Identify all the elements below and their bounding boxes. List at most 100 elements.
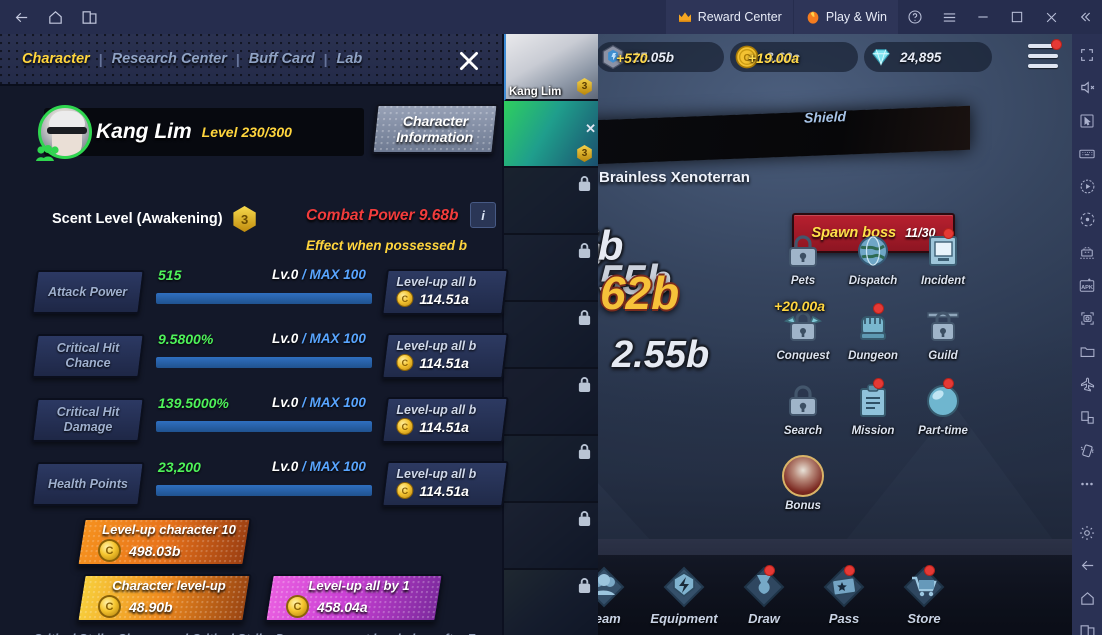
screenshot-icon[interactable] — [1072, 302, 1102, 335]
tab-research-center[interactable]: Research Center — [112, 51, 227, 67]
stat-levelup-all-button[interactable]: Level-up all b C 114.51a — [381, 461, 509, 507]
notification-dot — [844, 564, 855, 576]
collapse-icon[interactable] — [1068, 0, 1102, 34]
menu-label: Guild — [928, 350, 958, 362]
airplane-icon[interactable] — [1072, 368, 1102, 401]
menu-item-bonus[interactable]: Bonus — [768, 455, 838, 512]
character-thumbnail[interactable] — [504, 570, 598, 635]
character-thumbnail-strip[interactable]: Kang Lim 3 3 ✕ — [504, 34, 598, 635]
tab-buff-card[interactable]: Buff Card — [249, 51, 315, 67]
nav-item-draw[interactable]: Draw — [724, 564, 804, 626]
close-icon[interactable]: ✕ — [585, 121, 596, 137]
fullscreen-icon[interactable] — [1072, 38, 1102, 71]
lock-icon — [578, 511, 591, 526]
stat-levelup-all-button[interactable]: Level-up all b C 114.51a — [381, 397, 509, 443]
stat-value: 23,200 — [158, 459, 201, 475]
menu-item-pets[interactable]: Pets — [768, 230, 838, 287]
levelup-all-by-1-button[interactable]: Level-up all by 1 C 458.04a — [264, 574, 444, 622]
folder-icon[interactable] — [1072, 335, 1102, 368]
stat-level-current: Lv.0 — [272, 459, 299, 474]
character-thumbnail[interactable] — [504, 235, 598, 302]
menu-item-dungeon[interactable]: Dungeon — [838, 303, 908, 362]
stat-name-button[interactable]: Attack Power — [31, 270, 145, 314]
home-icon[interactable] — [1072, 582, 1102, 615]
globe-icon — [852, 230, 894, 272]
multi-instance-icon[interactable] — [72, 0, 106, 34]
currency-chip-gold[interactable]: C 3.60c — [730, 42, 858, 72]
lock-icon — [578, 310, 591, 325]
tab-character[interactable]: Character — [22, 51, 90, 67]
mute-icon[interactable] — [1072, 71, 1102, 104]
game-menu-icon[interactable] — [1028, 39, 1062, 68]
menu-icon[interactable] — [932, 0, 966, 34]
play-win-button[interactable]: Play & Win — [793, 0, 898, 34]
shake-icon[interactable] — [1072, 434, 1102, 467]
recents-icon[interactable] — [1072, 615, 1102, 635]
character-thumbnail[interactable] — [504, 302, 598, 369]
character-thumbnail[interactable] — [504, 168, 598, 235]
stat-name-button[interactable]: Critical Hit Chance — [31, 334, 145, 378]
character-information-button[interactable]: Character Information — [371, 104, 499, 154]
info-button[interactable]: i — [470, 202, 496, 228]
character-thumbnail[interactable]: 3 ✕ — [504, 101, 598, 168]
stat-row: Attack Power 515 Lv.0 / MAX 100 Level-up… — [0, 262, 509, 326]
character-thumbnail-name: Kang Lim — [509, 86, 562, 98]
back-icon[interactable] — [1072, 549, 1102, 582]
minimize-icon[interactable] — [966, 0, 1000, 34]
menu-item-part-time[interactable]: Part-time — [908, 378, 978, 437]
cursor-icon[interactable] — [1072, 104, 1102, 137]
lock-icon — [578, 444, 591, 459]
stat-level-max: / MAX 100 — [302, 395, 366, 410]
apk-install-icon[interactable]: APK — [1072, 269, 1102, 302]
menu-item-dispatch[interactable]: Dispatch — [838, 230, 908, 287]
levelup-all-cost: 114.51a — [419, 290, 469, 307]
reward-center-button[interactable]: Reward Center — [665, 0, 793, 34]
nav-item-store[interactable]: Store — [884, 564, 964, 626]
character-thumbnail[interactable]: Kang Lim 3 — [504, 34, 598, 101]
nav-item-pass[interactable]: Pass — [804, 564, 884, 626]
stat-levelup-all-button[interactable]: Level-up all b C 114.51a — [381, 269, 509, 315]
back-arrow-icon[interactable] — [4, 0, 38, 34]
avatar[interactable] — [36, 105, 92, 161]
close-panel-button[interactable] — [454, 46, 484, 76]
stat-name-button[interactable]: Health Points — [31, 462, 145, 506]
character-thumbnail[interactable] — [504, 503, 598, 570]
close-icon[interactable] — [1034, 0, 1068, 34]
stat-levelup-all-button[interactable]: Level-up all b C 114.51a — [381, 333, 509, 379]
keyboard-icon[interactable] — [1072, 137, 1102, 170]
character-thumbnail[interactable] — [504, 369, 598, 436]
menu-item-guild[interactable]: Guild — [908, 305, 978, 362]
currency-chip-diamond[interactable]: 24,895 — [864, 42, 992, 72]
currency-chip-shard[interactable]: 15.05b — [596, 42, 724, 72]
sphere-icon — [922, 378, 964, 422]
stat-name: Attack Power — [48, 284, 128, 299]
stat-list: Attack Power 515 Lv.0 / MAX 100 Level-up… — [0, 262, 509, 518]
macro-play-icon[interactable] — [1072, 170, 1102, 203]
menu-label: Incident — [920, 275, 966, 287]
reward-center-label: Reward Center — [697, 10, 782, 24]
sync-icon[interactable] — [1072, 203, 1102, 236]
tab-lab[interactable]: Lab — [337, 51, 363, 67]
levelup-all-cost: 114.51a — [419, 354, 469, 371]
character-info-line1: Character — [403, 112, 469, 129]
maximize-icon[interactable] — [1000, 0, 1034, 34]
menu-item-search[interactable]: Search — [768, 380, 838, 437]
emulator-titlebar: Reward Center Play & Win — [0, 0, 1102, 34]
character-levelup-button[interactable]: Character level-up C 48.90b — [76, 574, 252, 622]
more-icon[interactable] — [1072, 467, 1102, 500]
character-thumbnail[interactable] — [504, 436, 598, 503]
levelup-character-10-button[interactable]: Level-up character 10 C 498.03b — [76, 518, 252, 566]
menu-item-incident[interactable]: Incident — [908, 228, 978, 287]
lock-icon — [922, 305, 964, 347]
help-icon[interactable] — [898, 0, 932, 34]
notification-dot — [924, 564, 935, 576]
levelup-character-10-label: Level-up character 10 — [102, 522, 236, 537]
menu-item-mission[interactable]: Mission — [838, 378, 908, 437]
home-icon[interactable] — [38, 0, 72, 34]
gear-icon[interactable] — [1072, 516, 1102, 549]
multi-instance-sync-icon[interactable] — [1072, 236, 1102, 269]
stat-name-button[interactable]: Critical Hit Damage — [31, 398, 145, 442]
nav-item-equipment[interactable]: Equipment — [644, 565, 724, 626]
character-panel: Character | Research Center | Buff Card … — [0, 34, 509, 635]
split-screen-icon[interactable] — [1072, 401, 1102, 434]
